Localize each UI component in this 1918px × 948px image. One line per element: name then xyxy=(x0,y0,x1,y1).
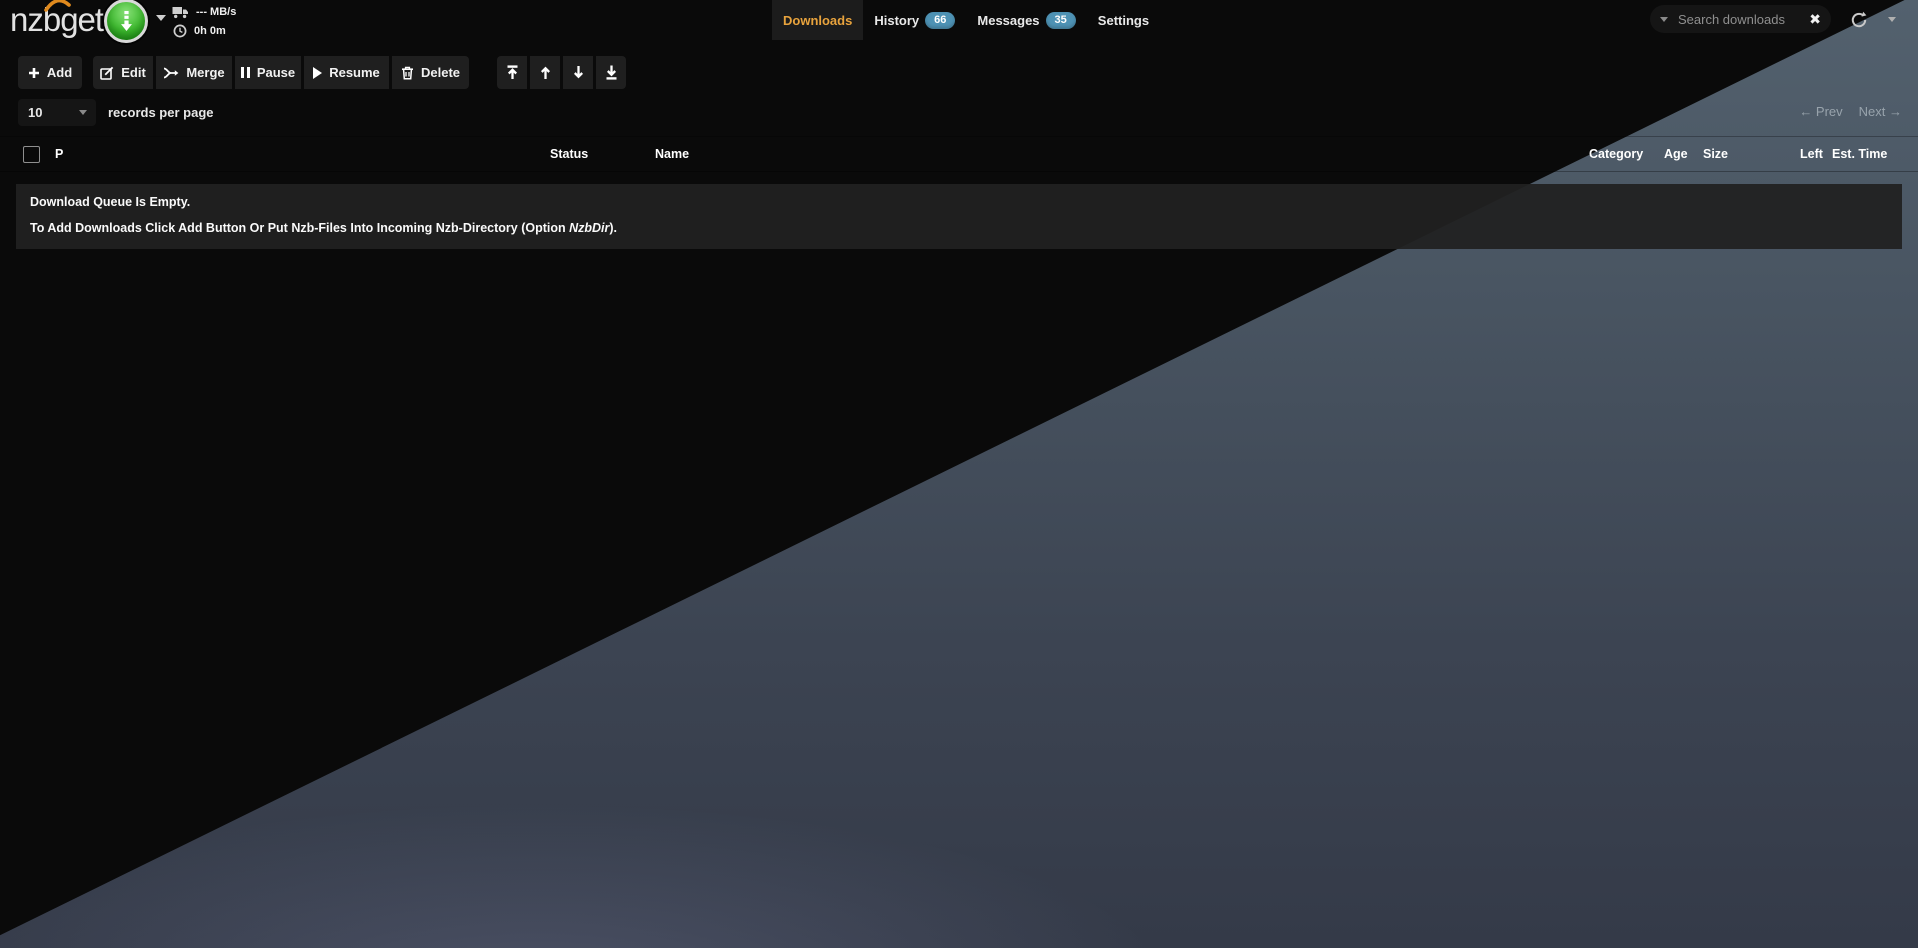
edit-button[interactable]: Edit xyxy=(93,56,153,89)
search-options-caret-icon[interactable] xyxy=(1660,17,1668,22)
tab-history[interactable]: History 66 xyxy=(863,0,966,40)
play-pause-download-button[interactable] xyxy=(104,0,148,43)
merge-button[interactable]: Merge xyxy=(156,56,232,89)
select-caret-icon xyxy=(79,110,87,115)
download-speed-label: --- MB/s xyxy=(196,6,236,18)
empty-queue-title: Download Queue Is Empty. xyxy=(30,195,1888,209)
download-button-dropdown-caret-icon[interactable] xyxy=(156,15,166,21)
search-box: ✖ xyxy=(1650,5,1831,33)
edit-icon xyxy=(100,66,114,80)
play-icon xyxy=(313,67,322,79)
tab-settings-label: Settings xyxy=(1098,13,1149,28)
add-button-label: Add xyxy=(47,65,72,80)
navbar: nzbget --- MB/s xyxy=(0,0,1918,40)
records-per-page-value: 10 xyxy=(28,105,42,120)
column-header-age[interactable]: Age xyxy=(1664,137,1688,171)
column-header-name[interactable]: Name xyxy=(655,137,689,171)
move-down-icon xyxy=(572,65,585,80)
uptime-label: 0h 0m xyxy=(194,25,226,37)
messages-count-badge: 35 xyxy=(1046,12,1076,29)
refresh-button[interactable] xyxy=(1846,8,1872,32)
column-header-category[interactable]: Category xyxy=(1589,137,1643,171)
tab-messages-label: Messages xyxy=(977,13,1039,28)
merge-icon xyxy=(163,67,179,79)
column-header-est-time[interactable]: Est. Time xyxy=(1832,137,1887,171)
plus-icon xyxy=(28,67,40,79)
tab-settings[interactable]: Settings xyxy=(1087,0,1160,40)
tab-history-label: History xyxy=(874,13,919,28)
refresh-icon xyxy=(1850,11,1868,29)
column-header-left[interactable]: Left xyxy=(1800,137,1823,171)
delete-button[interactable]: Delete xyxy=(392,56,469,89)
prev-page-button[interactable]: ← Prev xyxy=(1799,104,1842,119)
edit-button-label: Edit xyxy=(121,65,146,80)
select-all-checkbox[interactable] xyxy=(23,146,40,163)
pause-icon xyxy=(241,67,250,78)
trash-icon xyxy=(401,66,414,80)
download-arrow-icon xyxy=(118,11,135,31)
empty-queue-panel: Download Queue Is Empty. To Add Download… xyxy=(16,184,1902,249)
move-to-top-button[interactable] xyxy=(497,56,527,89)
search-clear-icon[interactable]: ✖ xyxy=(1809,12,1821,26)
column-header-status[interactable]: Status xyxy=(550,137,588,171)
main-tabs: Downloads History 66 Messages 35 Setting… xyxy=(772,0,1160,40)
move-down-button[interactable] xyxy=(563,56,593,89)
move-actions-group xyxy=(497,56,626,89)
move-to-bottom-icon xyxy=(605,65,618,80)
move-up-button[interactable] xyxy=(530,56,560,89)
status-indicators: --- MB/s 0h 0m xyxy=(172,4,236,39)
resume-button-label: Resume xyxy=(329,65,380,80)
column-header-size[interactable]: Size xyxy=(1703,137,1728,171)
history-count-badge: 66 xyxy=(925,12,955,29)
tab-downloads[interactable]: Downloads xyxy=(772,0,863,40)
logo-swoosh-icon xyxy=(44,0,71,12)
pause-button[interactable]: Pause xyxy=(235,56,301,89)
nzbget-app: nzbget --- MB/s xyxy=(0,0,1918,948)
queue-actions-group: Edit Merge Pause Resume Delete xyxy=(93,56,469,89)
delete-button-label: Delete xyxy=(421,65,460,80)
empty-queue-option-name: NzbDir xyxy=(569,221,609,235)
merge-button-label: Merge xyxy=(186,65,224,80)
uptime-clock-icon xyxy=(173,24,187,38)
empty-queue-message-suffix: ). xyxy=(609,221,617,235)
empty-queue-message-text: To Add Downloads Click Add Button Or Put… xyxy=(30,221,569,235)
records-per-page-label: records per page xyxy=(108,105,214,120)
refresh-dropdown-caret-icon[interactable] xyxy=(1888,17,1896,22)
queue-table-header: P Status Name Category Age Size Left Est… xyxy=(0,136,1918,172)
resume-button[interactable]: Resume xyxy=(304,56,389,89)
empty-queue-message: To Add Downloads Click Add Button Or Put… xyxy=(30,221,1888,235)
move-to-top-icon xyxy=(506,65,519,80)
pagination: ← Prev Next → xyxy=(1799,104,1902,119)
next-page-button[interactable]: Next → xyxy=(1859,104,1902,119)
tab-messages[interactable]: Messages 35 xyxy=(966,0,1086,40)
tab-downloads-label: Downloads xyxy=(783,13,852,28)
column-header-priority[interactable]: P xyxy=(55,137,63,171)
add-button[interactable]: Add xyxy=(18,56,82,89)
move-to-bottom-button[interactable] xyxy=(596,56,626,89)
records-per-page-select[interactable]: 10 xyxy=(18,99,96,126)
speed-truck-icon xyxy=(172,6,189,19)
move-up-icon xyxy=(539,65,552,80)
search-input[interactable] xyxy=(1676,11,1801,28)
pause-button-label: Pause xyxy=(257,65,295,80)
